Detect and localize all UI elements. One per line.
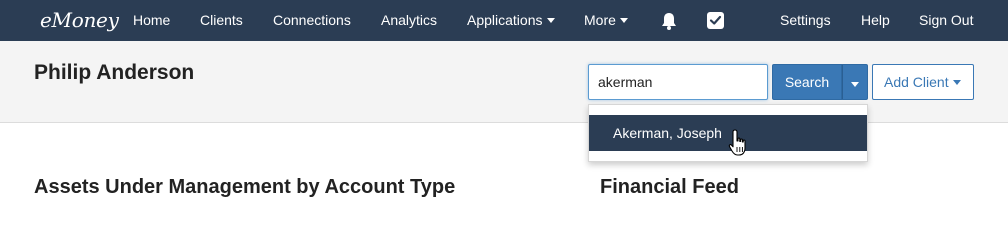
- nav-clients[interactable]: Clients: [200, 0, 243, 41]
- checkbox-icon[interactable]: [707, 12, 724, 29]
- add-client-button[interactable]: Add Client: [872, 64, 974, 100]
- financial-feed-heading: Financial Feed: [600, 176, 739, 198]
- chevron-down-icon: [851, 82, 859, 87]
- nav-applications[interactable]: Applications: [467, 0, 555, 41]
- nav-home[interactable]: Home: [133, 0, 170, 41]
- add-client-label: Add Client: [884, 74, 949, 90]
- chevron-down-icon: [619, 17, 628, 23]
- client-name-title: Philip Anderson: [34, 61, 195, 84]
- emoney-logo[interactable]: eMoney: [40, 8, 119, 34]
- client-search-input[interactable]: [588, 64, 768, 100]
- nav-analytics[interactable]: Analytics: [381, 0, 437, 41]
- nav-sign-out[interactable]: Sign Out: [919, 0, 973, 41]
- search-options-dropdown-button[interactable]: [842, 64, 868, 100]
- search-button[interactable]: Search: [772, 64, 842, 100]
- nav-settings[interactable]: Settings: [780, 0, 831, 41]
- nav-more[interactable]: More: [584, 0, 628, 41]
- nav-connections[interactable]: Connections: [273, 0, 351, 41]
- nav-more-label: More: [584, 12, 616, 28]
- nav-applications-label: Applications: [467, 12, 543, 28]
- hand-pointer-cursor-icon: [728, 128, 752, 160]
- nav-help[interactable]: Help: [861, 0, 890, 41]
- top-navigation-bar: eMoney Home Clients Connections Analytic…: [0, 0, 1008, 41]
- assets-under-management-heading: Assets Under Management by Account Type: [34, 176, 456, 198]
- chevron-down-icon: [952, 79, 961, 85]
- bell-icon[interactable]: [659, 11, 679, 31]
- chevron-down-icon: [546, 17, 555, 23]
